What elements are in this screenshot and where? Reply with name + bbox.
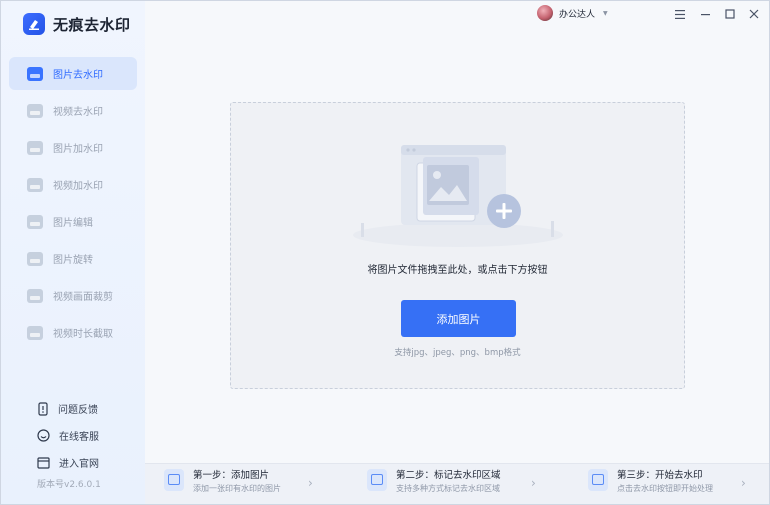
online-support-label: 在线客服 (59, 432, 99, 443)
official-website-label: 进入官网 (59, 459, 99, 470)
sidebar-item-video-remove-watermark[interactable]: 视频去水印 (9, 94, 137, 127)
crop-icon (27, 288, 43, 303)
edit-icon (27, 214, 43, 229)
close-button[interactable] (745, 5, 763, 23)
minimize-button[interactable] (697, 5, 715, 23)
step-title: 第三步：开始去水印 (617, 470, 703, 481)
sidebar-item-label: 视频去水印 (53, 107, 103, 118)
feedback-icon (38, 401, 48, 416)
feedback-link[interactable]: 问题反馈 (37, 395, 99, 422)
sidebar-item-label: 视频画面裁剪 (53, 292, 113, 303)
official-website-link[interactable]: 进入官网 (37, 449, 99, 476)
sidebar-item-video-trim[interactable]: 视频时长截取 (9, 316, 137, 349)
menu-button[interactable] (671, 5, 689, 23)
step-title: 第二步：标记去水印区域 (396, 470, 501, 481)
sidebar-item-label: 视频时长截取 (53, 329, 113, 340)
image-icon (27, 66, 43, 81)
step-desc: 支持多种方式标记去水印区域 (396, 484, 500, 493)
sidebar-item-label: 图片加水印 (53, 144, 103, 155)
sidebar-item-video-add-watermark[interactable]: 视频加水印 (9, 168, 137, 201)
step-1: 第一步：添加图片 添加一张印有水印的图片 (164, 469, 281, 496)
chevron-right-icon: › (531, 476, 536, 490)
add-image-step-icon (164, 469, 184, 491)
title-bar: 办公达人 ▼ (145, 1, 769, 27)
sidebar-item-image-remove-watermark[interactable]: 图片去水印 (9, 57, 137, 90)
feedback-label: 问题反馈 (58, 405, 98, 416)
supported-formats-text: 支持jpg、jpeg、png、bmp格式 (394, 348, 521, 358)
step-desc: 添加一张印有水印的图片 (193, 484, 281, 493)
mark-area-step-icon (367, 469, 387, 491)
rotate-icon (27, 251, 43, 266)
caret-down-icon: ▼ (603, 9, 608, 17)
video-add-icon (27, 177, 43, 192)
sidebar-item-label: 图片编辑 (53, 218, 93, 229)
sidebar-item-image-rotate[interactable]: 图片旋转 (9, 242, 137, 275)
version-label: 版本号v2.6.0.1 (37, 480, 101, 490)
online-support-link[interactable]: 在线客服 (37, 422, 99, 449)
trim-icon (27, 325, 43, 340)
sidebar-nav: 图片去水印 视频去水印 图片加水印 视频加水印 图片编辑 图片旋转 视频画面裁剪… (9, 57, 137, 353)
user-name: 办公达人 (559, 9, 596, 20)
sidebar: 无痕去水印 图片去水印 视频去水印 图片加水印 视频加水印 图片编辑 图片旋转 … (1, 1, 146, 504)
image-upload-illustration-icon (353, 145, 563, 247)
avatar (537, 5, 553, 21)
image-add-icon (27, 140, 43, 155)
hamburger-menu-icon (675, 9, 685, 19)
minimize-icon (701, 14, 710, 16)
user-menu[interactable]: 办公达人 ▼ (537, 5, 608, 21)
sidebar-item-image-add-watermark[interactable]: 图片加水印 (9, 131, 137, 164)
website-icon (37, 456, 50, 469)
main-content: 将图片文件拖拽至此处，或点击下方按钮 添加图片 支持jpg、jpeg、png、b… (145, 27, 769, 464)
eraser-logo-icon (23, 13, 45, 35)
step-2: 第二步：标记去水印区域 支持多种方式标记去水印区域 (367, 469, 501, 496)
file-drop-zone[interactable]: 将图片文件拖拽至此处，或点击下方按钮 添加图片 支持jpg、jpeg、png、b… (230, 102, 685, 389)
app-window: 无痕去水印 图片去水印 视频去水印 图片加水印 视频加水印 图片编辑 图片旋转 … (0, 0, 770, 505)
sidebar-item-image-edit[interactable]: 图片编辑 (9, 205, 137, 238)
app-logo: 无痕去水印 (23, 13, 131, 35)
chevron-right-icon: › (308, 476, 313, 490)
maximize-button[interactable] (721, 5, 739, 23)
sidebar-bottom-links: 问题反馈 在线客服 进入官网 (37, 395, 99, 476)
step-3: 第三步：开始去水印 点击去水印按钮即开始处理 (588, 469, 713, 496)
sidebar-item-label: 视频加水印 (53, 181, 103, 192)
sidebar-item-label: 图片旋转 (53, 255, 93, 266)
steps-bar: 第一步：添加图片 添加一张印有水印的图片 › 第二步：标记去水印区域 支持多种方… (145, 463, 769, 504)
maximize-icon (725, 9, 735, 19)
close-icon (749, 9, 759, 19)
start-removal-step-icon (588, 469, 608, 491)
chevron-right-icon: › (741, 476, 746, 490)
add-image-button[interactable]: 添加图片 (401, 300, 516, 337)
sidebar-item-video-crop[interactable]: 视频画面裁剪 (9, 279, 137, 312)
headset-icon (37, 429, 50, 442)
app-title: 无痕去水印 (53, 15, 131, 34)
video-icon (27, 103, 43, 118)
step-desc: 点击去水印按钮即开始处理 (617, 484, 713, 493)
sidebar-item-label: 图片去水印 (53, 70, 103, 81)
drop-hint-text: 将图片文件拖拽至此处，或点击下方按钮 (367, 265, 548, 276)
step-title: 第一步：添加图片 (193, 470, 270, 481)
